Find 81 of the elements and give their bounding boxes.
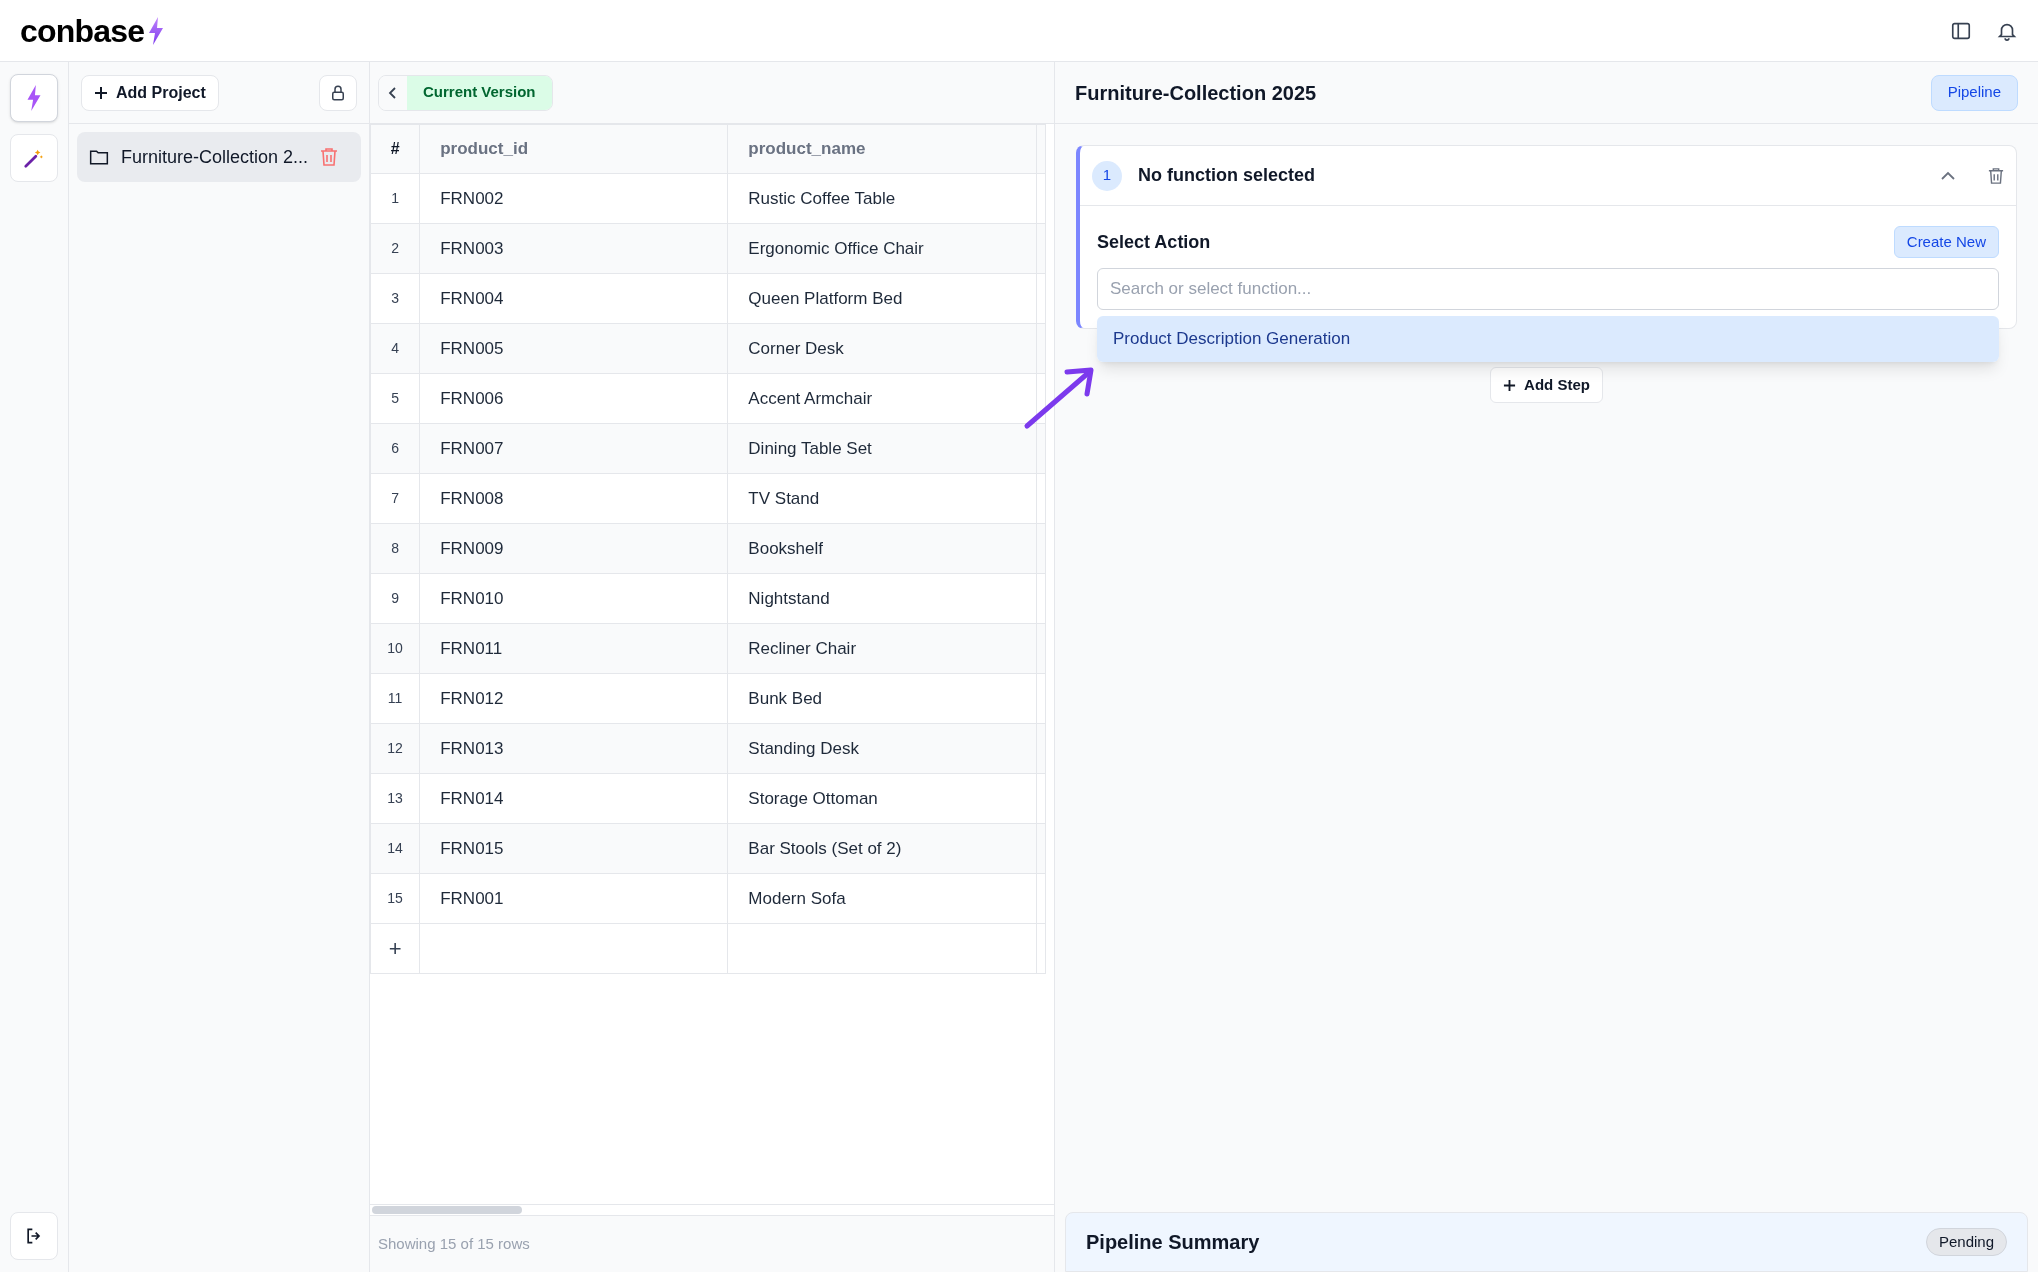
table-cell: Bookshelf bbox=[727, 523, 1037, 574]
table-cell: Storage Ottoman bbox=[727, 773, 1037, 824]
column-header[interactable]: # bbox=[370, 124, 420, 174]
row-number: 13 bbox=[370, 773, 420, 824]
table-cell: FRN010 bbox=[419, 573, 728, 624]
row-number: 7 bbox=[370, 473, 420, 524]
row-number: 4 bbox=[370, 323, 420, 374]
create-new-button[interactable]: Create New bbox=[1893, 226, 1999, 258]
table-cell: Standing Desk bbox=[727, 723, 1037, 774]
row-number: 5 bbox=[370, 373, 420, 424]
add-row-button[interactable]: + bbox=[388, 932, 402, 965]
row-number: 11 bbox=[370, 673, 420, 724]
lock-button[interactable] bbox=[319, 74, 357, 111]
add-step-button[interactable]: Add Step bbox=[1490, 367, 1603, 403]
table-cell: TV Stand bbox=[727, 473, 1037, 524]
row-number: 2 bbox=[370, 223, 420, 274]
dropdown-option[interactable]: Product Description Generation bbox=[1097, 316, 1999, 362]
table-cell: Recliner Chair bbox=[727, 623, 1037, 674]
table-cell: FRN013 bbox=[419, 723, 728, 774]
row-number: 3 bbox=[370, 273, 420, 324]
lightning-icon bbox=[148, 16, 165, 45]
version-switcher[interactable]: Current Version bbox=[378, 74, 553, 111]
lightning-icon bbox=[26, 85, 42, 111]
function-search-field[interactable]: Search or select function... bbox=[1097, 268, 1999, 310]
row-number: 9 bbox=[370, 573, 420, 624]
lock-icon bbox=[329, 83, 347, 102]
table-cell: FRN004 bbox=[419, 273, 728, 324]
summary-title: Pipeline Summary bbox=[1086, 1230, 1260, 1255]
table-cell: FRN007 bbox=[419, 423, 728, 474]
folder-icon bbox=[89, 148, 109, 166]
app-logo: conbase bbox=[20, 11, 145, 51]
table-cell: Rustic Coffee Table bbox=[727, 173, 1037, 224]
table-cell: FRN006 bbox=[419, 373, 728, 424]
chevron-left-icon bbox=[388, 85, 398, 100]
table-cell: FRN005 bbox=[419, 323, 728, 374]
project-name: Furniture-Collection 2... bbox=[121, 145, 309, 169]
table-cell: FRN003 bbox=[419, 223, 728, 274]
pipeline-title: Furniture-Collection 2025 bbox=[1075, 80, 1317, 106]
project-item[interactable]: Furniture-Collection 2... bbox=[77, 132, 361, 182]
table-cell: FRN008 bbox=[419, 473, 728, 524]
add-project-button[interactable]: Add Project bbox=[81, 74, 219, 111]
plus-icon bbox=[94, 85, 108, 100]
table-cell: Bunk Bed bbox=[727, 673, 1037, 724]
row-number: 14 bbox=[370, 823, 420, 874]
plus-icon bbox=[1503, 378, 1517, 392]
row-number: 10 bbox=[370, 623, 420, 674]
table-cell: FRN014 bbox=[419, 773, 728, 824]
logout-button[interactable] bbox=[10, 1212, 58, 1260]
table-cell: Bar Stools (Set of 2) bbox=[727, 823, 1037, 874]
horizontal-scrollbar[interactable] bbox=[370, 1204, 1054, 1216]
column-header[interactable]: product_id bbox=[419, 124, 728, 174]
collapse-icon[interactable] bbox=[1940, 170, 1956, 181]
table-cell: FRN002 bbox=[419, 173, 728, 224]
field-label: Select Action bbox=[1097, 230, 1211, 254]
table-cell: Nightstand bbox=[727, 573, 1037, 624]
table-cell: FRN009 bbox=[419, 523, 728, 574]
table-cell: Ergonomic Office Chair bbox=[727, 223, 1037, 274]
table-cell: Queen Platform Bed bbox=[727, 273, 1037, 324]
table-cell: Modern Sofa bbox=[727, 873, 1037, 924]
row-number: 12 bbox=[370, 723, 420, 774]
table-cell: FRN011 bbox=[419, 623, 728, 674]
row-number: 15 bbox=[370, 873, 420, 924]
table-cell: Accent Armchair bbox=[727, 373, 1037, 424]
table-cell: Dining Table Set bbox=[727, 423, 1037, 474]
delete-icon[interactable] bbox=[1988, 166, 2004, 185]
step-number: 1 bbox=[1092, 160, 1122, 191]
table-cell: FRN015 bbox=[419, 823, 728, 874]
row-count-text: Showing 15 of 15 rows bbox=[378, 1233, 530, 1254]
step-title: No function selected bbox=[1138, 164, 1317, 187]
table-cell: FRN001 bbox=[419, 873, 728, 924]
table-cell: FRN012 bbox=[419, 673, 728, 724]
magic-wand-icon bbox=[23, 147, 45, 169]
column-header[interactable]: product_name bbox=[727, 124, 1037, 174]
table-cell: Corner Desk bbox=[727, 323, 1037, 374]
lightning-nav-button[interactable] bbox=[10, 74, 58, 122]
row-number: 1 bbox=[370, 173, 420, 224]
row-number: 8 bbox=[370, 523, 420, 574]
version-badge: Current Version bbox=[407, 75, 552, 110]
status-badge: Pending bbox=[1925, 1227, 2007, 1257]
pipeline-tab[interactable]: Pipeline bbox=[1930, 74, 2018, 111]
row-number: 6 bbox=[370, 423, 420, 474]
